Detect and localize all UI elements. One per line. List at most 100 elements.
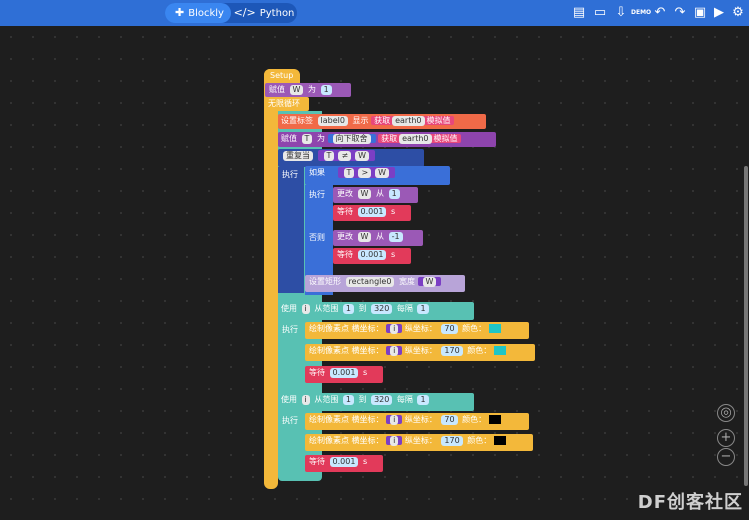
for2-use: 使用 [281,395,297,404]
for1-stepval[interactable]: 1 [417,304,429,314]
document-icon[interactable]: ▤ [570,4,588,22]
draw-pixel-2[interactable]: 绘制像素点 横坐标： i 纵坐标： 170 颜色： [305,344,535,361]
suffix2-text: 模拟值 [433,134,458,143]
draw2-y[interactable]: 170 [441,346,463,356]
for2-var[interactable]: i [301,395,310,405]
draw4-color-label: 颜色： [467,436,492,445]
for2-stepval[interactable]: 1 [417,395,429,405]
draw1-y[interactable]: 70 [441,324,458,334]
forever-loop-block[interactable]: 无限循环 [265,97,309,111]
change-block-2[interactable]: 更改 W 从 -1 [333,230,423,246]
demo-icon[interactable]: DEMO [631,4,651,22]
download-icon[interactable]: ⇩ [612,4,630,22]
floor-block[interactable]: 向下取舍 [327,134,376,144]
wait-block-4[interactable]: 等待 0.001 s [305,455,383,472]
change1-val[interactable]: 1 [388,189,400,199]
rect-var-field[interactable]: W [422,277,437,287]
set-rect-block[interactable]: 设置矩形 rectangle0 宽度 W [305,275,465,292]
draw2-color-label: 颜色： [467,346,492,355]
for2-end[interactable]: 320 [371,395,393,405]
draw-pixel-4[interactable]: 绘制像素点 横坐标： i 纵坐标： 170 颜色： [305,434,533,451]
value-field[interactable]: 1 [320,85,332,95]
blockly-tab[interactable]: ✚ Blockly [165,3,231,23]
repeat-field[interactable]: 重复当 [283,151,313,161]
get-analog-block-2[interactable]: 获取 earth0 模拟值 [378,134,461,144]
mode-switch[interactable]: ✚ Blockly </> Python [165,3,297,23]
for1-end[interactable]: 320 [371,304,393,314]
redo-icon[interactable]: ↷ [671,4,689,22]
color-swatch[interactable] [493,436,506,445]
draw2-x[interactable]: i [390,346,399,356]
wait1-val[interactable]: 0.001 [357,207,387,217]
if-op-field[interactable]: > [358,168,372,178]
wait2-val[interactable]: 0.001 [357,250,387,260]
vertical-scrollbar[interactable] [744,166,748,486]
floor-field[interactable]: 向下取舍 [332,134,371,144]
color-swatch[interactable] [488,324,501,333]
setup-block[interactable]: Setup [264,69,300,83]
python-tab[interactable]: </> Python [231,3,297,23]
draw3-y[interactable]: 70 [441,415,458,425]
run-icon[interactable]: ▶ [710,4,728,22]
if-b-field[interactable]: W [375,168,390,178]
chat-icon[interactable]: ▭ [591,4,609,22]
puzzle-icon: ✚ [175,6,185,19]
change2-var[interactable]: W [357,232,372,242]
if-a-field[interactable]: T [343,168,355,178]
wait-block-3[interactable]: 等待 0.001 s [305,366,383,383]
var-t-field[interactable]: T [301,134,313,144]
repeat-body [278,167,304,293]
set-label-block[interactable]: 设置标签 label0 显示 获取 earth0 模拟值 [278,114,486,129]
for1-start[interactable]: 1 [342,304,354,314]
if-compare-block[interactable]: T > W [337,167,396,178]
wait4-val[interactable]: 0.001 [329,457,359,467]
for1-var[interactable]: i [301,304,310,314]
wait-block-2[interactable]: 等待 0.001 s [333,248,411,264]
capture-icon[interactable]: ▣ [691,4,709,22]
setup-spine [264,69,278,489]
change-block-1[interactable]: 更改 W 从 1 [333,187,418,203]
draw3-label: 绘制像素点 横坐标： [309,415,384,424]
draw-pixel-3[interactable]: 绘制像素点 横坐标： i 纵坐标： 70 颜色： [305,413,529,430]
settings-icon[interactable]: ⚙ [729,4,747,22]
change2-val[interactable]: -1 [388,232,403,242]
draw4-y[interactable]: 170 [441,436,463,446]
for-loop-1[interactable]: 使用 i 从范围 1 到 320 每隔 1 [278,302,474,320]
draw3-x[interactable]: i [390,415,399,425]
cmp-op-field[interactable]: ≠ [338,151,352,161]
draw1-x[interactable]: i [390,324,399,334]
undo-icon[interactable]: ↶ [651,4,669,22]
wait3-val[interactable]: 0.001 [329,368,359,378]
label-target-field[interactable]: label0 [317,116,348,126]
color-swatch[interactable] [488,415,501,424]
assign-block[interactable]: 赋值 W 为 1 [265,83,351,97]
src-field[interactable]: earth0 [392,116,425,126]
for1-use: 使用 [281,304,297,313]
for-loop-2[interactable]: 使用 i 从范围 1 到 320 每隔 1 [278,393,474,411]
cmp-b-field[interactable]: W [355,151,370,161]
color-swatch[interactable] [493,346,506,355]
wait-block-1[interactable]: 等待 0.001 s [333,205,411,221]
draw4-x[interactable]: i [390,436,399,446]
get-analog-block[interactable]: 获取 earth0 模拟值 [371,116,454,126]
for1-to: 到 [358,304,367,313]
zoom-in-icon[interactable]: + [717,429,735,447]
block-workspace[interactable]: Setup 赋值 W 为 1 无限循环 设置标签 label0 显示 获取 ear… [0,26,749,520]
change2-from: 从 [376,232,385,241]
assign-t-block[interactable]: 赋值 T 为 向下取舍 获取 earth0 模拟值 [278,132,496,147]
draw-pixel-1[interactable]: 绘制像素点 横坐标： i 纵坐标： 70 颜色： [305,322,529,339]
change1-var[interactable]: W [357,189,372,199]
forever-label: 无限循环 [268,99,300,108]
var-field[interactable]: W [289,85,304,95]
rect-target-field[interactable]: rectangle0 [345,277,395,287]
for2-start[interactable]: 1 [342,395,354,405]
recenter-icon[interactable]: ◎ [717,404,735,422]
repeat-while-block[interactable]: 重复当 T ≠ W [278,149,424,167]
compare-block[interactable]: T ≠ W [317,150,376,161]
setrect-width: 宽度 [398,277,415,286]
assign-op: 为 [308,85,317,94]
src2-field[interactable]: earth0 [399,134,432,144]
cmp-a-field[interactable]: T [323,151,335,161]
if-block[interactable]: 如果 T > W [305,166,450,185]
zoom-out-icon[interactable]: − [717,448,735,466]
